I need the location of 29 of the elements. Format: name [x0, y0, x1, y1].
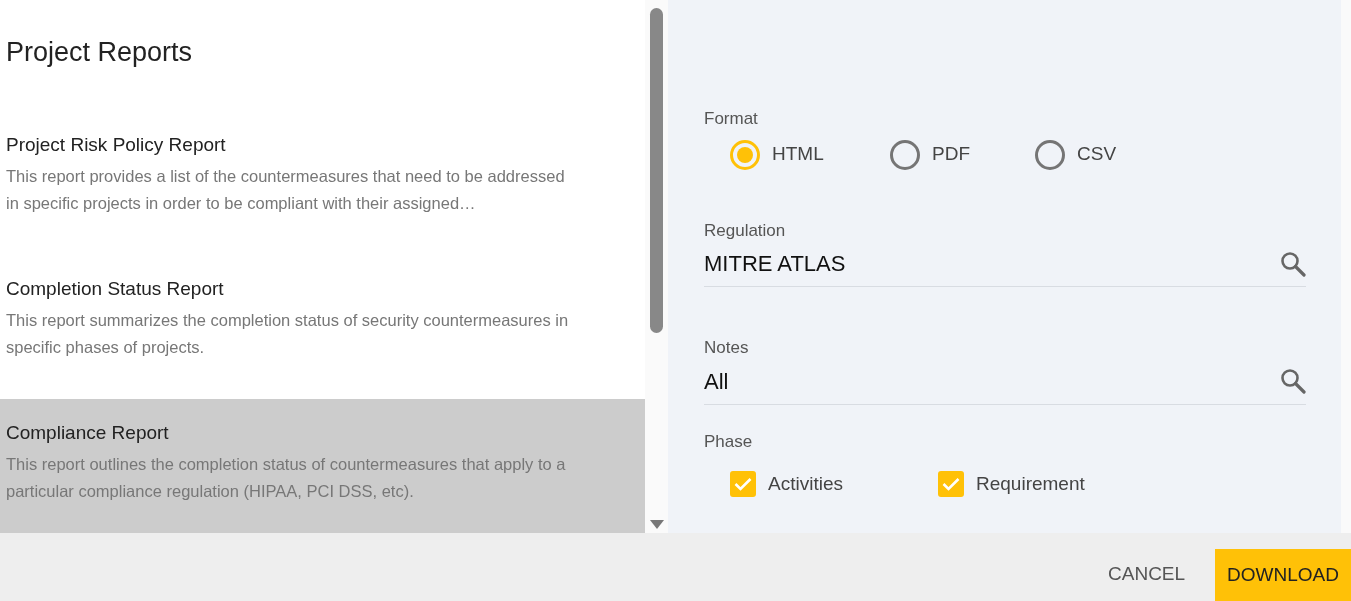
page-title: Project Reports	[6, 36, 194, 69]
field-label: Phase	[704, 430, 754, 453]
report-description: This report provides a list of the countermeasures that need to be addressed in specific projects in order to be compliant with their assigned…	[6, 166, 566, 214]
report-name: Compliance Report	[6, 420, 170, 445]
radio-option[interactable]: CSV	[1035, 139, 1180, 170]
text-field[interactable]: MITRE ATLAS	[704, 243, 1306, 287]
search-icon[interactable]	[1280, 250, 1306, 277]
field-label: Regulation	[704, 219, 787, 242]
checkbox-option[interactable]: Activities	[730, 470, 938, 499]
field-label: Format	[704, 108, 759, 130]
report-description: This report summarizes the completion status of security countermeasures in specific phases of projects.	[6, 310, 570, 358]
field-label: Notes	[704, 337, 750, 359]
report-description: This report outlines the completion status of countermeasures that apply to a particular compliance regulation (HIPAA, PCI DSS, etc).	[6, 454, 567, 502]
checkbox-option[interactable]: Requirement	[938, 470, 1146, 499]
report-item[interactable]: Project Risk Policy Report This report provides a list of the countermeasures that need to be addressed in specific projects in order to be compliant with their assigned…	[0, 110, 645, 255]
download-button[interactable]: DOWNLOAD	[1215, 549, 1351, 601]
scrollbar-thumb[interactable]	[650, 8, 663, 333]
checkmark-icon	[734, 477, 752, 492]
text-field[interactable]: All	[704, 360, 1306, 405]
report-name: Completion Status Report	[6, 276, 225, 301]
report-item[interactable]: Compliance Report This report outlines the completion status of countermeasures that apply to a particular compliance regulation (HIPAA, PCI DSS, etc).	[0, 398, 645, 533]
radio-option[interactable]: PDF	[890, 139, 1035, 170]
scroll-down-icon[interactable]	[649, 520, 664, 529]
cancel-button[interactable]: CANCEL	[1102, 558, 1192, 589]
radio-option[interactable]: HTML	[730, 139, 890, 170]
checkmark-icon	[942, 477, 960, 492]
search-icon[interactable]	[1280, 368, 1306, 394]
report-item[interactable]: Completion Status Report This report summarizes the completion status of security countermeasures in specific phases of projects.	[0, 254, 645, 399]
report-name: Project Risk Policy Report	[6, 132, 227, 157]
